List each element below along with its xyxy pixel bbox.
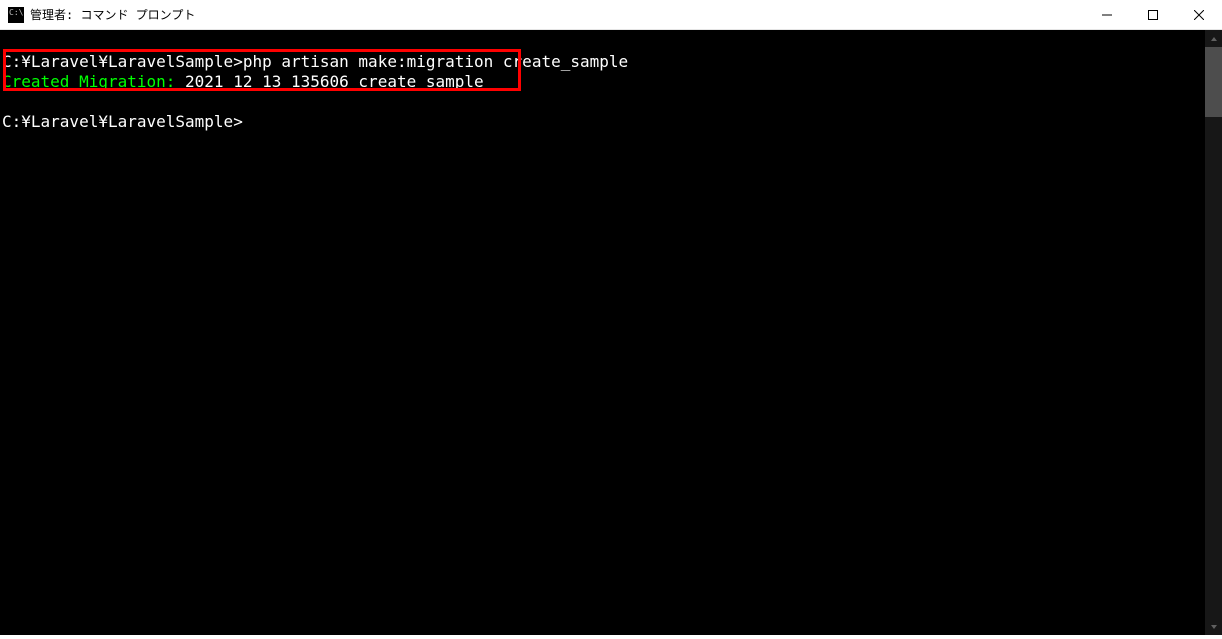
scroll-down-button[interactable] <box>1205 618 1222 635</box>
minimize-button[interactable] <box>1084 0 1130 29</box>
close-button[interactable] <box>1176 0 1222 29</box>
prompt-text: C:¥Laravel¥LaravelSample> <box>2 52 243 71</box>
terminal-command-line: C:¥Laravel¥LaravelSample>php artisan mak… <box>2 52 1205 72</box>
prompt-text: C:¥Laravel¥LaravelSample> <box>2 112 243 131</box>
window-bottom-border <box>0 635 1222 639</box>
window-title: 管理者: コマンド プロンプト <box>30 6 1084 23</box>
terminal-prompt-line: C:¥Laravel¥LaravelSample> <box>2 112 1205 132</box>
terminal-wrapper: C:¥Laravel¥LaravelSample>php artisan mak… <box>0 30 1222 635</box>
terminal-output-line: Created Migration: 2021_12_13_135606_cre… <box>2 72 1205 92</box>
scroll-up-button[interactable] <box>1205 30 1222 47</box>
maximize-button[interactable] <box>1130 0 1176 29</box>
terminal-area[interactable]: C:¥Laravel¥LaravelSample>php artisan mak… <box>0 30 1205 635</box>
window-titlebar: 管理者: コマンド プロンプト <box>0 0 1222 30</box>
vertical-scrollbar[interactable] <box>1205 30 1222 635</box>
output-text: 2021_12_13_135606_create_sample <box>185 72 484 91</box>
cmd-icon <box>8 7 24 23</box>
scrollbar-track[interactable] <box>1205 47 1222 618</box>
terminal-blank-line <box>2 92 1205 112</box>
scrollbar-thumb[interactable] <box>1205 47 1222 117</box>
command-text: php artisan make:migration create_sample <box>243 52 628 71</box>
output-text: Created Migration: <box>2 72 185 91</box>
terminal-blank-line <box>2 32 1205 52</box>
window-controls <box>1084 0 1222 29</box>
